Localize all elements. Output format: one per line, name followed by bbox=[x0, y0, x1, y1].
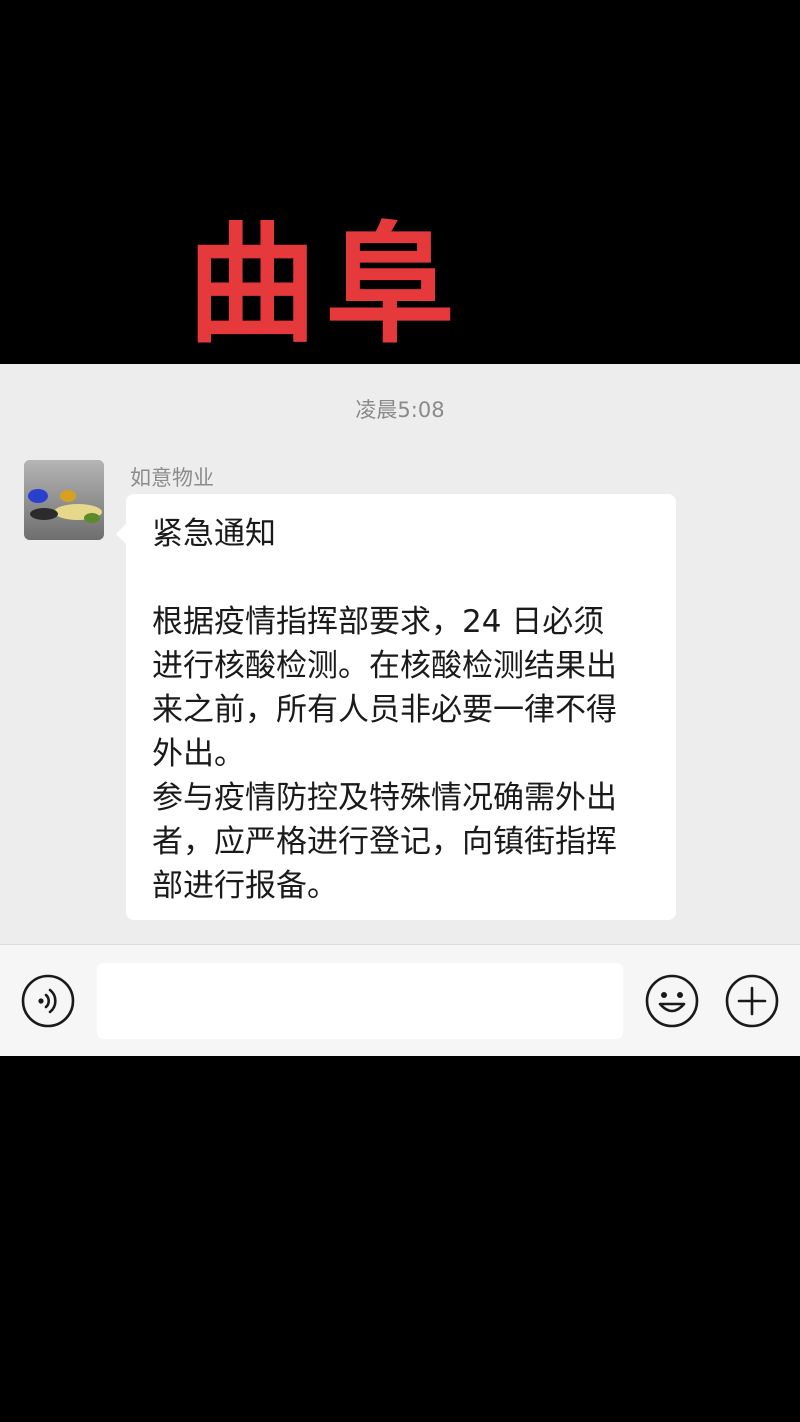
message-timestamp: 凌晨5:08 bbox=[355, 398, 445, 422]
message-line: 紧急通知 bbox=[152, 516, 276, 552]
message-input[interactable] bbox=[97, 963, 623, 1039]
sender-name: 如意物业 bbox=[130, 466, 214, 490]
message-line: 来之前，所有人员非必要一律不得 bbox=[152, 692, 617, 728]
overlay-title: 曲阜 bbox=[186, 209, 463, 361]
message-line: 参与疫情防控及特殊情况确需外出 bbox=[152, 780, 617, 816]
voice-icon bbox=[21, 974, 75, 1028]
bubble-tail bbox=[116, 524, 126, 544]
message-line: 外出。 bbox=[152, 736, 245, 772]
message-line bbox=[152, 556, 654, 600]
voice-button[interactable] bbox=[21, 974, 75, 1028]
avatar-image bbox=[24, 460, 104, 540]
message-line: 部进行报备。 bbox=[152, 868, 338, 904]
sender-avatar[interactable] bbox=[24, 460, 104, 540]
more-button[interactable] bbox=[725, 974, 779, 1028]
message-line: 者，应严格进行登记，向镇街指挥 bbox=[152, 824, 617, 860]
message-line: 根据疫情指挥部要求，24 日必须 bbox=[152, 604, 605, 640]
message-bubble[interactable]: 紧急通知 根据疫情指挥部要求，24 日必须 进行核酸检测。在核酸检测结果出 来之… bbox=[116, 494, 676, 920]
plus-icon bbox=[725, 974, 779, 1028]
chat-input-bar bbox=[0, 944, 800, 1056]
emoji-icon bbox=[645, 974, 699, 1028]
message-line: 进行核酸检测。在核酸检测结果出 bbox=[152, 648, 617, 684]
chat-area: 凌晨5:08 如意物业 紧急通知 根据疫情指挥部要求，24 日必须 进行核酸检测… bbox=[0, 364, 800, 944]
emoji-button[interactable] bbox=[645, 974, 699, 1028]
